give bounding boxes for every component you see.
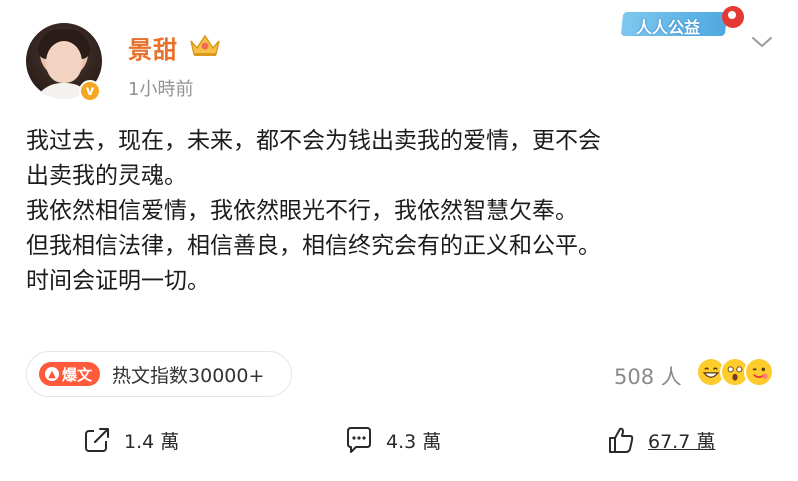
comment-button[interactable]: 4.3 萬	[344, 425, 441, 455]
post-line: 我过去，现在，未来，都不会为钱出卖我的爱情，更不会	[26, 128, 601, 154]
hot-index-pill[interactable]: ▲ 爆文 热文指数30000+	[26, 351, 292, 397]
post-line: 我依然相信爱情，我依然眼光不行，我依然智慧欠奉。	[26, 198, 578, 224]
post-line: 但我相信法律，相信善良，相信终究会有的正义和公平。	[26, 233, 601, 259]
post-body: 我过去，现在，未来，都不会为钱出卖我的爱情，更不会 出卖我的灵魂。 我依然相信爱…	[26, 124, 776, 299]
comment-icon	[347, 427, 371, 453]
hot-tag-label: 爆文	[62, 365, 93, 384]
mascot-icon	[722, 6, 744, 28]
username[interactable]: 景甜	[128, 30, 178, 65]
reactors-count[interactable]: 508 人	[614, 361, 682, 391]
post-line: 出卖我的灵魂。	[26, 163, 187, 189]
like-button[interactable]: 67.7 萬	[606, 425, 715, 455]
banner-label: 人人公益	[636, 18, 701, 37]
verified-badge-icon: v	[79, 80, 101, 102]
hot-index-text: 热文指数30000+	[112, 364, 265, 387]
wink-emoji-icon	[744, 357, 774, 387]
share-icon	[85, 427, 110, 452]
flame-icon: ▲	[45, 367, 59, 381]
share-count: 1.4 萬	[124, 430, 180, 453]
like-count: 67.7 萬	[648, 430, 716, 453]
reaction-emoji-stack[interactable]	[696, 357, 776, 389]
chevron-down-icon[interactable]	[750, 34, 774, 50]
post-line: 时间会证明一切。	[26, 268, 210, 294]
post-timestamp: 1小時前	[128, 79, 194, 100]
hot-tag: ▲ 爆文	[39, 362, 101, 386]
charity-badge-banner[interactable]: 人人公益	[618, 6, 748, 44]
avatar-face	[46, 41, 82, 83]
crown-icon	[190, 34, 220, 56]
share-button[interactable]: 1.4 萬	[82, 425, 179, 455]
thumbs-up-icon	[609, 427, 634, 453]
comment-count: 4.3 萬	[386, 430, 442, 453]
